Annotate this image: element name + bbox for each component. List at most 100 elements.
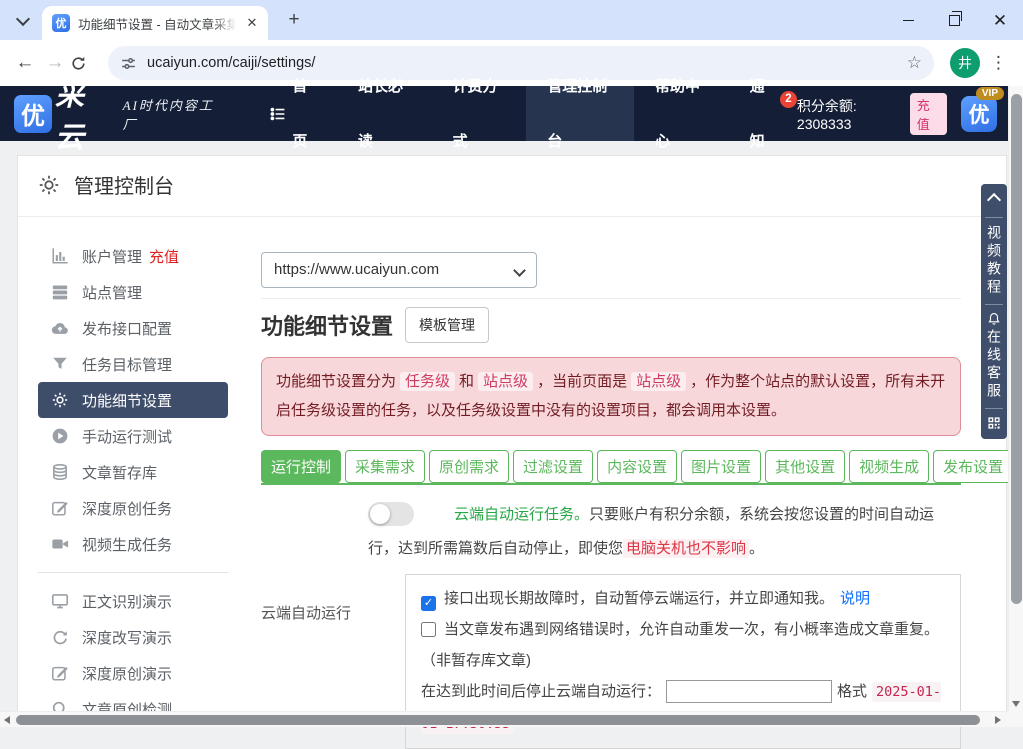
explain-link[interactable]: 说明 — [840, 590, 870, 607]
sidebar-item[interactable]: 账户管理充值 — [38, 238, 228, 274]
tab-close-icon[interactable]: ✕ — [244, 15, 260, 31]
scroll-right-arrow-icon[interactable] — [995, 716, 1001, 724]
scrollbar-corner — [1008, 711, 1023, 727]
stop-time-label: 在达到此时间后停止云端自动运行： — [421, 683, 661, 700]
page-title: 管理控制台 — [74, 170, 174, 199]
sidebar-item[interactable]: 任务目标管理 — [38, 346, 228, 382]
url-bar[interactable]: ucaiyun.com/caiji/settings/ ☆ — [108, 46, 934, 80]
float-toolbar: 视频教程 在线客服 — [981, 184, 1007, 439]
tab-2[interactable]: 采集需求 — [345, 450, 425, 483]
option-line-3: 在达到此时间后停止云端自动运行：格式2025-01-01 17:30:55 — [421, 676, 945, 740]
sidebar-item[interactable]: 手动运行测试 — [38, 418, 228, 454]
gears-icon — [51, 391, 69, 409]
option-text: 当文章发布遇到网络错误时，允许自动重发一次，有小概率造成文章重复。（非暂存库文章… — [421, 621, 939, 669]
pause-on-failure-checkbox[interactable]: ✓ — [421, 596, 436, 611]
qr-code-icon[interactable] — [987, 416, 1001, 430]
sidebar-item[interactable]: 视频生成任务 — [38, 526, 228, 562]
gear-icon — [38, 174, 60, 196]
browser-profile-avatar[interactable]: 井 — [950, 48, 980, 78]
scroll-down-arrow-icon[interactable] — [1012, 701, 1020, 707]
database-icon — [51, 463, 69, 481]
reload-icon — [70, 55, 87, 72]
browser-toolbar: ← → ucaiyun.com/caiji/settings/ ☆ 井 ⋮ — [0, 40, 1023, 86]
tune-icon — [120, 55, 137, 72]
vertical-scrollbar[interactable] — [1008, 86, 1023, 711]
reload-button[interactable] — [70, 55, 100, 72]
tab-6[interactable]: 图片设置 — [681, 450, 761, 483]
horizontal-scrollbar-thumb[interactable] — [16, 715, 980, 725]
restore-button[interactable] — [931, 0, 977, 40]
server-icon — [51, 283, 69, 301]
sidebar-item[interactable]: 文章暂存库 — [38, 454, 228, 490]
vertical-scrollbar-thumb[interactable] — [1011, 94, 1022, 604]
horizontal-scrollbar[interactable] — [0, 711, 1008, 727]
nav-item-label: 帮助中心 — [655, 59, 708, 169]
bookmark-star-icon[interactable]: ☆ — [907, 53, 922, 73]
tab-7[interactable]: 其他设置 — [765, 450, 845, 483]
sidebar-item-label: 账户管理 — [82, 246, 142, 267]
browser-tab[interactable]: 优 功能细节设置 - 自动文章采集器 ✕ — [42, 6, 268, 40]
sidebar-item[interactable]: 深度原创任务 — [38, 490, 228, 526]
section-heading: 功能细节设置 — [261, 309, 393, 341]
tab-9[interactable]: 发布设置 — [933, 450, 1013, 483]
notice-banner: 功能细节设置分为任务级和站点级，当前页面是站点级，作为整个站点的默认设置，所有未… — [261, 357, 961, 436]
video-tutorial-button[interactable]: 视频教程 — [984, 225, 1004, 297]
site-select[interactable]: https://www.ucaiyun.com — [261, 252, 537, 288]
nav-menu: 首页站长必读计费方式管理控制台帮助中心通知2 — [249, 86, 796, 141]
site-favicon: 优 — [52, 14, 70, 32]
tab-5[interactable]: 内容设置 — [597, 450, 677, 483]
nav-item[interactable]: 计费方式 — [432, 86, 527, 141]
minimize-button[interactable] — [885, 0, 931, 40]
url-text: ucaiyun.com/caiji/settings/ — [147, 55, 315, 71]
template-manage-button[interactable]: 模板管理 — [405, 307, 489, 343]
user-avatar[interactable]: 优 — [961, 96, 997, 132]
refresh-icon — [51, 628, 69, 646]
browser-menu-icon[interactable]: ⋮ — [990, 53, 1007, 73]
cloud-toggle-row: 云端自动运行任务。只要账户有积分余额，系统会按您设置的时间自动运行，达到所需篇数… — [368, 498, 960, 566]
divider — [985, 304, 1003, 305]
nav-item[interactable]: 帮助中心 — [634, 86, 729, 141]
nav-item[interactable]: 管理控制台 — [526, 86, 634, 141]
sidebar-item[interactable]: 深度改写演示 — [38, 619, 228, 655]
close-button[interactable]: ✕ — [977, 0, 1023, 40]
chevron-up-icon[interactable] — [987, 193, 1001, 207]
notification-badge: 2 — [780, 91, 797, 108]
nav-item[interactable]: 通知2 — [729, 86, 797, 141]
restore-icon — [949, 15, 960, 26]
header-divider — [18, 216, 1006, 217]
tab-4[interactable]: 过滤设置 — [513, 450, 593, 483]
back-button[interactable]: ← — [10, 52, 40, 74]
option-line-2: 当文章发布遇到网络错误时，允许自动重发一次，有小概率造成文章重复。（非暂存库文章… — [421, 614, 945, 676]
logo-icon[interactable]: 优 — [14, 95, 52, 133]
scroll-left-arrow-icon[interactable] — [4, 716, 10, 724]
main-content: https://www.ucaiyun.com 功能细节设置 模板管理 功能细节… — [261, 238, 961, 749]
recharge-button[interactable]: 充值 — [910, 93, 947, 135]
tab-3[interactable]: 原创需求 — [429, 450, 509, 483]
toggle-lead-text: 云端自动运行任务。 — [454, 506, 589, 523]
sidebar-item[interactable]: 发布接口配置 — [38, 310, 228, 346]
sidebar-item[interactable]: 正文识别演示 — [38, 583, 228, 619]
tab-search-button[interactable] — [12, 10, 34, 32]
settings-tabs: 运行控制采集需求原创需求过滤设置内容设置图片设置其他设置视频生成发布设置快速保存 — [261, 446, 961, 485]
sidebar-item[interactable]: 深度原创演示 — [38, 655, 228, 691]
cloud-run-toggle[interactable] — [368, 502, 414, 526]
tab-1[interactable]: 运行控制 — [261, 450, 341, 483]
chevron-down-icon — [16, 12, 30, 26]
sidebar-item[interactable]: 功能细节设置 — [38, 382, 228, 418]
nav-item-label: 通知 — [750, 59, 776, 169]
tab-8[interactable]: 视频生成 — [849, 450, 929, 483]
online-service-button[interactable]: 在线客服 — [984, 329, 1004, 401]
play-icon — [51, 427, 69, 445]
user-avatar-wrap[interactable]: 优 VIP — [961, 96, 997, 132]
sidebar-item[interactable]: 站点管理 — [38, 274, 228, 310]
toggle-highlight-text: 电脑关机也不影响 — [623, 539, 749, 558]
new-tab-button[interactable]: + — [282, 8, 306, 32]
auto-resend-checkbox[interactable] — [421, 622, 436, 637]
stop-time-input[interactable] — [666, 680, 832, 703]
tag-site-level: 站点级 — [631, 372, 686, 391]
sidebar-item-extra[interactable]: 充值 — [149, 246, 179, 267]
divider — [261, 298, 961, 299]
nav-item[interactable]: 站长必读 — [337, 86, 432, 141]
nav-item[interactable]: 首页 — [249, 86, 337, 141]
minimize-icon — [903, 20, 914, 21]
